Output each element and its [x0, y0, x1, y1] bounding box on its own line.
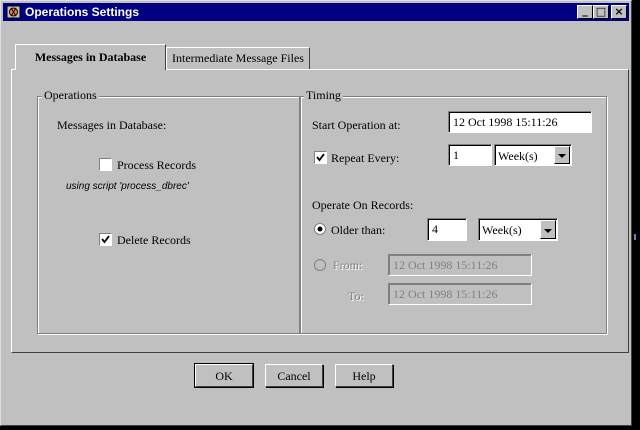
repeat-unit-value: Week(s) — [498, 149, 538, 163]
operations-group-label: Operations — [42, 88, 99, 103]
delete-records-label: Delete Records — [117, 233, 191, 247]
operations-settings-window: Operations Settings _ □ × Messages in Da… — [0, 0, 632, 426]
repeat-every-value[interactable]: 1 — [448, 144, 492, 166]
maximize-button[interactable]: □ — [593, 5, 609, 19]
check-icon — [101, 235, 110, 244]
to-date-field[interactable]: 12 Oct 1998 15:11:26 — [388, 283, 532, 305]
to-label: To: — [348, 289, 364, 303]
timing-group-label: Timing — [304, 88, 343, 103]
chevron-down-icon[interactable] — [554, 146, 570, 164]
from-radio[interactable] — [314, 259, 326, 271]
start-operation-label: Start Operation at: — [312, 118, 401, 132]
close-icon: × — [614, 5, 624, 18]
chevron-down-icon[interactable] — [540, 220, 556, 239]
window-title: Operations Settings — [25, 5, 140, 19]
check-icon — [316, 153, 325, 162]
start-operation-field[interactable]: 12 Oct 1998 15:11:26 — [448, 111, 592, 133]
from-date-field[interactable]: 12 Oct 1998 15:11:26 — [388, 254, 532, 276]
repeat-every-label: Repeat Every: — [331, 151, 400, 165]
cancel-label: Cancel — [277, 369, 311, 383]
app-icon — [6, 4, 22, 20]
process-records-label: Process Records — [117, 158, 196, 172]
close-button[interactable]: × — [611, 5, 627, 19]
minimize-button[interactable]: _ — [577, 5, 593, 19]
tab-intermediate-message-files[interactable]: Intermediate Message Files — [166, 47, 310, 69]
script-note: using script 'process_dbrec' — [66, 181, 189, 192]
ok-label: OK — [215, 369, 233, 383]
minimize-icon: _ — [582, 4, 588, 17]
window-edge — [633, 0, 634, 430]
messages-heading: Messages in Database: — [57, 118, 167, 132]
cancel-button[interactable]: Cancel — [265, 364, 323, 387]
older-than-unit-value: Week(s) — [482, 223, 522, 237]
maximize-icon: □ — [595, 5, 607, 18]
ok-button[interactable]: OK — [194, 363, 254, 388]
from-label: From: — [333, 258, 363, 272]
older-than-unit-dropdown[interactable]: Week(s) — [478, 218, 558, 241]
tab-messages-in-database[interactable]: Messages in Database — [15, 44, 166, 70]
older-than-label: Older than: — [331, 223, 386, 237]
tab-content: Operations Messages in Database: Process… — [17, 67, 621, 351]
title-bar[interactable]: Operations Settings _ □ × — [3, 3, 629, 21]
older-than-radio[interactable] — [314, 223, 326, 235]
help-button[interactable]: Help — [335, 364, 393, 387]
tab-label: Messages in Database — [34, 50, 147, 64]
operate-on-records-label: Operate On Records: — [312, 198, 414, 212]
older-than-value[interactable]: 4 — [427, 218, 467, 241]
repeat-every-checkbox[interactable] — [314, 151, 327, 164]
tab-label: Intermediate Message Files — [172, 51, 304, 65]
background-mark — [634, 234, 636, 240]
help-label: Help — [352, 369, 376, 383]
repeat-unit-dropdown[interactable]: Week(s) — [494, 144, 572, 166]
delete-records-checkbox[interactable] — [99, 233, 112, 246]
process-records-checkbox[interactable] — [99, 158, 112, 171]
